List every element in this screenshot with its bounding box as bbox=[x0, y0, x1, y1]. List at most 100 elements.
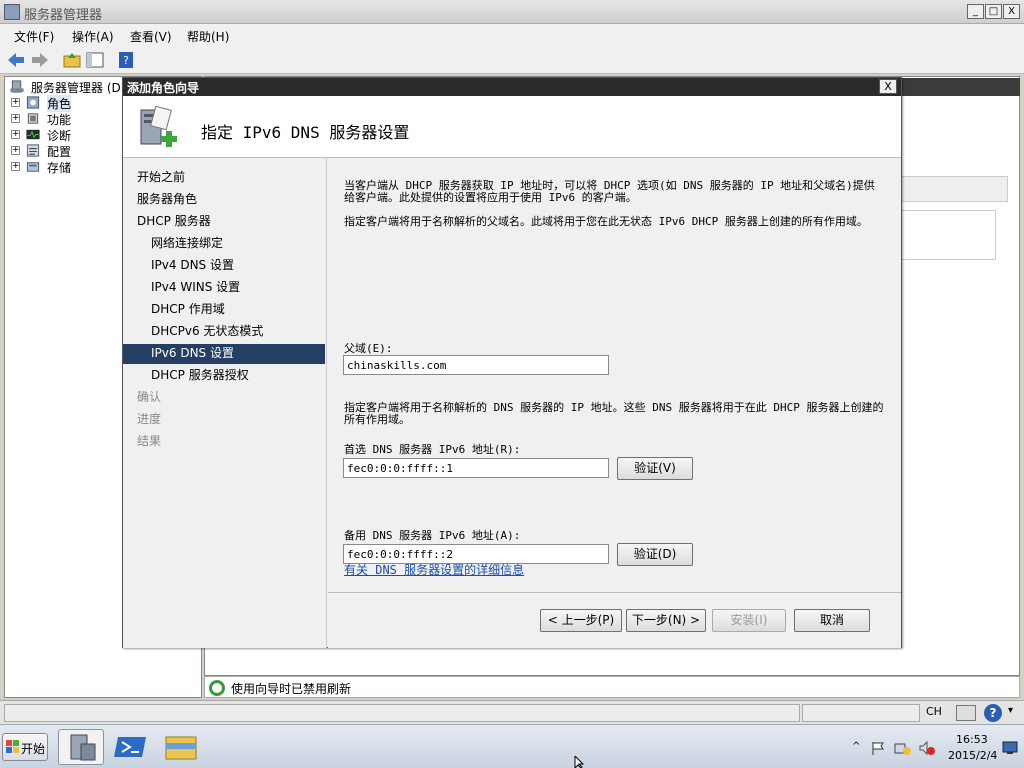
parent-domain-description: 指定客户端将用于名称解析的父域名。此域将用于您在此无状态 IPv6 DHCP 服… bbox=[344, 215, 868, 228]
window-title: 服务器管理器 bbox=[24, 8, 103, 23]
parent-domain-label: 父域(E): bbox=[344, 342, 393, 355]
input-language-indicator[interactable]: CH bbox=[926, 705, 942, 718]
dns-settings-help-link[interactable]: 有关 DNS 服务器设置的详细信息 bbox=[344, 561, 524, 578]
wizard-step[interactable]: IPv6 DNS 设置 bbox=[123, 344, 325, 364]
mouse-cursor-icon bbox=[574, 756, 585, 768]
parent-domain-input[interactable]: chinaskills.com bbox=[343, 355, 609, 375]
tree-item-label: 配置 bbox=[47, 145, 72, 159]
wizard-step[interactable]: DHCPv6 无状态模式 bbox=[123, 322, 325, 342]
tree-item-label: 角色 bbox=[47, 95, 72, 112]
refresh-status-text: 使用向导时已禁用刷新 bbox=[231, 682, 352, 696]
network-icon[interactable] bbox=[894, 740, 912, 756]
taskbar-server-manager[interactable] bbox=[58, 729, 104, 765]
show-console-tree-icon[interactable] bbox=[85, 50, 105, 70]
wizard-step[interactable]: 网络连接绑定 bbox=[123, 234, 325, 254]
refresh-status: 使用向导时已禁用刷新 bbox=[204, 676, 1020, 698]
up-folder-icon[interactable] bbox=[62, 50, 82, 70]
install-button[interactable]: 安装(I) bbox=[712, 609, 786, 632]
tree-root-label: 服务器管理器 (DI bbox=[31, 81, 125, 95]
folder-icon bbox=[165, 736, 197, 760]
roles-icon bbox=[26, 96, 40, 109]
taskbar: 开始 ^ 16:53 2015/2/4 bbox=[0, 724, 1024, 768]
wizard-step: 结果 bbox=[137, 434, 162, 448]
storage-icon bbox=[26, 162, 40, 172]
expand-icon[interactable]: + bbox=[11, 130, 20, 139]
taskbar-powershell[interactable] bbox=[108, 729, 154, 765]
forward-arrow-icon[interactable] bbox=[30, 50, 50, 70]
start-label: 开始 bbox=[21, 742, 46, 756]
features-icon bbox=[27, 113, 39, 124]
wizard-step[interactable]: IPv4 DNS 设置 bbox=[123, 256, 325, 276]
maximize-button[interactable]: □ bbox=[985, 4, 1002, 19]
verify-alternate-button[interactable]: 验证(D) bbox=[617, 543, 693, 566]
start-button[interactable]: 开始 bbox=[2, 733, 48, 761]
refresh-icon bbox=[209, 680, 225, 696]
taskbar-explorer[interactable] bbox=[158, 729, 204, 765]
tree-item-label: 存储 bbox=[47, 161, 72, 175]
clock-time[interactable]: 16:53 bbox=[956, 733, 988, 746]
toolbar: ? bbox=[0, 46, 1024, 74]
wizard-step: 进度 bbox=[137, 412, 162, 426]
close-button[interactable]: X bbox=[1003, 4, 1020, 19]
window-titlebar[interactable]: 服务器管理器 _ □ X bbox=[0, 0, 1024, 24]
help-icon[interactable]: ? bbox=[984, 704, 1002, 722]
menu-file[interactable]: 文件(F) bbox=[14, 28, 54, 45]
diagnostics-icon bbox=[26, 129, 40, 140]
wizard-step[interactable]: DHCP 服务器 bbox=[123, 212, 325, 232]
intro-paragraph: 当客户端从 DHCP 服务器获取 IP 地址时，可以将 DHCP 选项(如 DN… bbox=[344, 179, 875, 204]
wizard-step[interactable]: 开始之前 bbox=[123, 168, 325, 188]
expand-icon[interactable]: + bbox=[11, 162, 20, 171]
details-header-bar bbox=[900, 78, 1020, 96]
expand-icon[interactable]: + bbox=[11, 98, 20, 107]
wizard-step[interactable]: 服务器角色 bbox=[123, 190, 325, 210]
page-title: 指定 IPv6 DNS 服务器设置 bbox=[201, 123, 410, 142]
status-bar: CH ? ▾ bbox=[0, 700, 1024, 724]
verify-preferred-button[interactable]: 验证(V) bbox=[617, 457, 693, 480]
back-arrow-icon[interactable] bbox=[6, 50, 26, 70]
expand-icon[interactable]: + bbox=[11, 114, 20, 123]
dns-servers-description: 指定客户端将用于名称解析的 DNS 服务器的 IP 地址。这些 DNS 服务器将… bbox=[344, 401, 884, 426]
expand-icon[interactable]: + bbox=[11, 146, 20, 155]
keyboard-icon[interactable] bbox=[956, 705, 976, 721]
wizard-step[interactable]: DHCP 服务器授权 bbox=[123, 366, 325, 386]
details-section-header bbox=[900, 176, 1008, 202]
status-segment bbox=[4, 704, 800, 722]
show-desktop-icon[interactable] bbox=[1002, 741, 1018, 755]
volume-muted-icon[interactable] bbox=[918, 740, 936, 756]
menu-help[interactable]: 帮助(H) bbox=[187, 28, 229, 45]
back-button[interactable]: < 上一步(P) bbox=[540, 609, 622, 632]
dialog-titlebar[interactable]: 添加角色向导 X bbox=[123, 78, 901, 96]
cancel-button[interactable]: 取消 bbox=[794, 609, 870, 632]
status-segment bbox=[802, 704, 920, 722]
preferred-dns-input[interactable]: fec0:0:0:ffff::1 bbox=[343, 458, 609, 478]
help-book-icon[interactable]: ? bbox=[116, 50, 136, 70]
preferred-dns-label: 首选 DNS 服务器 IPv6 地址(R): bbox=[344, 443, 521, 456]
wizard-navigation: 开始之前 服务器角色 DHCP 服务器 网络连接绑定 IPv4 DNS 设置 IPv4 W… bbox=[123, 158, 327, 648]
server-add-role-icon bbox=[140, 106, 177, 147]
wizard-step[interactable]: IPv4 WINS 设置 bbox=[123, 278, 325, 298]
dialog-close-button[interactable]: X bbox=[879, 79, 897, 94]
configuration-icon bbox=[26, 144, 40, 157]
details-section-body bbox=[900, 210, 996, 260]
wizard-content: 当客户端从 DHCP 服务器获取 IP 地址时，可以将 DHCP 选项(如 DN… bbox=[328, 158, 901, 592]
server-icon bbox=[10, 80, 24, 93]
next-button[interactable]: 下一步(N) > bbox=[626, 609, 706, 632]
system-tray: ^ 16:53 2015/2/4 bbox=[844, 729, 1022, 767]
action-center-flag-icon[interactable] bbox=[870, 740, 886, 756]
menu-view[interactable]: 查看(V) bbox=[130, 28, 172, 45]
minimize-button[interactable]: _ bbox=[967, 4, 984, 19]
server-manager-icon bbox=[4, 4, 20, 20]
wizard-step: 确认 bbox=[137, 390, 162, 404]
clock-date[interactable]: 2015/2/4 bbox=[948, 749, 997, 762]
add-roles-wizard-dialog: 添加角色向导 X 指定 IPv6 DNS 服务器设置 开始之前 服务器角色 DHCP… bbox=[122, 77, 902, 648]
dialog-header: 指定 IPv6 DNS 服务器设置 bbox=[123, 96, 901, 158]
wizard-step[interactable]: DHCP 作用域 bbox=[123, 300, 325, 320]
menu-action[interactable]: 操作(A) bbox=[72, 28, 114, 45]
dialog-title: 添加角色向导 bbox=[127, 81, 200, 95]
tree-item-label: 功能 bbox=[47, 113, 72, 127]
wizard-footer: < 上一步(P) 下一步(N) > 安装(I) 取消 bbox=[328, 592, 901, 648]
show-hidden-icons[interactable]: ^ bbox=[852, 741, 860, 752]
options-arrow-icon[interactable]: ▾ bbox=[1008, 705, 1013, 716]
server-manager-icon bbox=[70, 734, 96, 761]
powershell-icon bbox=[114, 737, 146, 757]
